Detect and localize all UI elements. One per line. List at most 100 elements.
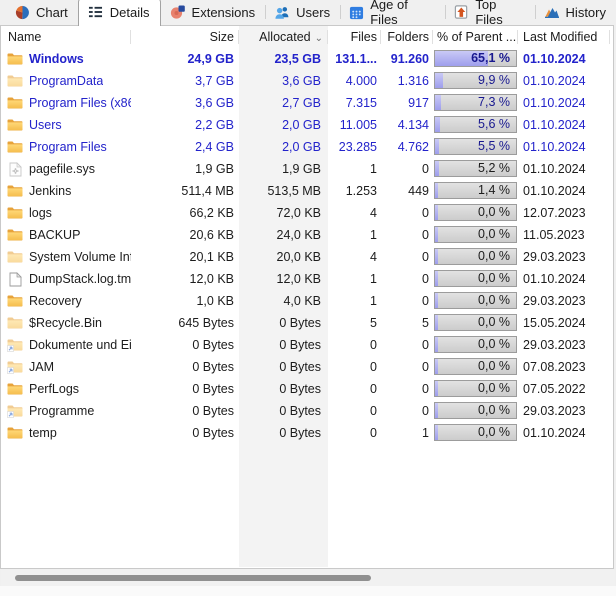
percent-cell: 0,0 % xyxy=(433,268,518,290)
last-modified-cell: 01.10.2024 xyxy=(518,422,610,444)
folder-icon xyxy=(7,227,23,243)
folders-cell: 1.316 xyxy=(381,70,433,92)
column-header-of-parent[interactable]: % of Parent ... xyxy=(433,26,518,48)
last-modified-cell: 07.08.2023 xyxy=(518,356,610,378)
table-row-temp[interactable]: temp0 Bytes0 Bytes010,0 %01.10.2024 xyxy=(1,422,613,444)
tab-separator xyxy=(445,5,446,19)
name-cell: Jenkins xyxy=(1,180,131,202)
name-cell: PerfLogs xyxy=(1,378,131,400)
last-modified-cell: 29.03.2023 xyxy=(518,400,610,422)
folder-link-icon xyxy=(7,337,23,353)
item-name: Users xyxy=(29,114,62,136)
percent-bar-fill xyxy=(435,403,438,418)
column-header-last-modified[interactable]: Last Modified xyxy=(518,26,610,48)
name-cell: logs xyxy=(1,202,131,224)
table-row-perflogs[interactable]: PerfLogs0 Bytes0 Bytes000,0 %07.05.2022 xyxy=(1,378,613,400)
item-name: logs xyxy=(29,202,52,224)
files-cell: 4.000 xyxy=(328,70,381,92)
allocated-cell: 1,9 GB xyxy=(239,158,328,180)
folder-icon xyxy=(7,95,23,111)
percent-bar-fill xyxy=(435,293,438,308)
last-modified-cell: 29.03.2023 xyxy=(518,290,610,312)
allocated-cell: 3,6 GB xyxy=(239,70,328,92)
table-row-program-files-x86[interactable]: Program Files (x86)3,6 GB2,7 GB7.3159177… xyxy=(1,92,613,114)
percent-cell: 0,0 % xyxy=(433,400,518,422)
table-row-recovery[interactable]: Recovery1,0 KB4,0 KB100,0 %29.03.2023 xyxy=(1,290,613,312)
name-cell: BACKUP xyxy=(1,224,131,246)
last-modified-cell: 01.10.2024 xyxy=(518,268,610,290)
table-row-system-volume-infor[interactable]: System Volume Infor...20,1 KB20,0 KB400,… xyxy=(1,246,613,268)
percent-cell: 0,0 % xyxy=(433,202,518,224)
percent-value: 65,1 % xyxy=(471,51,510,66)
percent-cell: 0,0 % xyxy=(433,422,518,444)
table-row-logs[interactable]: logs66,2 KB72,0 KB400,0 %12.07.2023 xyxy=(1,202,613,224)
tab-age-of-files[interactable]: Age of Files xyxy=(340,0,445,25)
tab-extensions[interactable]: Extensions xyxy=(161,0,266,25)
size-cell: 645 Bytes xyxy=(131,312,239,334)
last-modified-cell: 01.10.2024 xyxy=(518,70,610,92)
item-name: JAM xyxy=(29,356,54,378)
files-cell: 0 xyxy=(328,378,381,400)
allocated-cell: 0 Bytes xyxy=(239,378,328,400)
folder-icon xyxy=(7,117,23,133)
item-name: PerfLogs xyxy=(29,378,79,400)
percent-cell: 0,0 % xyxy=(433,246,518,268)
item-name: System Volume Infor... xyxy=(29,246,131,268)
column-header-size[interactable]: Size xyxy=(131,26,239,48)
scrollbar-thumb[interactable] xyxy=(15,575,371,581)
table-row-backup[interactable]: BACKUP20,6 KB24,0 KB100,0 %11.05.2023 xyxy=(1,224,613,246)
tab-label: Extensions xyxy=(192,5,256,20)
files-cell: 1 xyxy=(328,268,381,290)
last-modified-cell: 12.07.2023 xyxy=(518,202,610,224)
last-modified-cell: 01.10.2024 xyxy=(518,136,610,158)
sort-chevron-icon[interactable]: ⌄ xyxy=(315,33,323,44)
percent-bar: 0,0 % xyxy=(434,226,517,243)
last-modified-cell: 01.10.2024 xyxy=(518,92,610,114)
tab-users[interactable]: Users xyxy=(265,0,340,25)
tab-label: Details xyxy=(110,5,150,20)
view-tab-bar: Chart Details Extensions Users Age of Files T… xyxy=(0,0,616,25)
table-row-pagefile-sys[interactable]: pagefile.sys1,9 GB1,9 GB105,2 %01.10.202… xyxy=(1,158,613,180)
name-cell: Recovery xyxy=(1,290,131,312)
table-row-programdata[interactable]: ProgramData3,7 GB3,6 GB4.0001.3169,9 %01… xyxy=(1,70,613,92)
horizontal-scrollbar[interactable] xyxy=(1,570,615,586)
column-header-folders[interactable]: Folders xyxy=(381,26,433,48)
table-row-windows[interactable]: Windows24,9 GB23,5 GB131.1...91.26065,1 … xyxy=(1,48,613,70)
percent-bar-fill xyxy=(435,205,438,220)
column-header-name[interactable]: Name xyxy=(1,26,131,48)
name-cell: JAM xyxy=(1,356,131,378)
percent-value: 0,0 % xyxy=(478,227,510,242)
percent-bar-fill xyxy=(435,381,438,396)
tab-label: Age of Files xyxy=(370,0,435,27)
size-cell: 20,1 KB xyxy=(131,246,239,268)
tab-details[interactable]: Details xyxy=(78,0,161,26)
tab-chart[interactable]: Chart xyxy=(5,0,78,25)
percent-bar: 0,0 % xyxy=(434,380,517,397)
percent-bar: 0,0 % xyxy=(434,204,517,221)
folder-icon xyxy=(7,139,23,155)
percent-bar: 65,1 % xyxy=(434,50,517,67)
table-row-program-files[interactable]: Program Files2,4 GB2,0 GB23.2854.7625,5 … xyxy=(1,136,613,158)
table-row-programme[interactable]: Programme0 Bytes0 Bytes000,0 %29.03.2023 xyxy=(1,400,613,422)
table-row-recycle-bin[interactable]: $Recycle.Bin645 Bytes0 Bytes550,0 %15.05… xyxy=(1,312,613,334)
table-row-dokumente-und-eins[interactable]: Dokumente und Eins...0 Bytes0 Bytes000,0… xyxy=(1,334,613,356)
table-row-dumpstack-log-tmp[interactable]: DumpStack.log.tmp12,0 KB12,0 KB100,0 %01… xyxy=(1,268,613,290)
folder-icon xyxy=(7,381,23,397)
column-header-files[interactable]: Files xyxy=(328,26,381,48)
percent-value: 5,6 % xyxy=(478,117,510,132)
percent-bar: 5,5 % xyxy=(434,138,517,155)
percent-bar-fill xyxy=(435,161,439,176)
item-name: pagefile.sys xyxy=(29,158,95,180)
table-row-users[interactable]: Users2,2 GB2,0 GB11.0054.1345,6 %01.10.2… xyxy=(1,114,613,136)
tab-top-files[interactable]: Top Files xyxy=(445,0,534,25)
column-header-allocated[interactable]: Allocated⌄ xyxy=(239,26,328,48)
percent-cell: 65,1 % xyxy=(433,48,518,70)
table-row-jam[interactable]: JAM0 Bytes0 Bytes000,0 %07.08.2023 xyxy=(1,356,613,378)
files-cell: 1 xyxy=(328,224,381,246)
column-header-label: Size xyxy=(210,30,234,44)
allocated-cell: 0 Bytes xyxy=(239,334,328,356)
extensions-icon xyxy=(170,4,186,20)
last-modified-cell: 07.05.2022 xyxy=(518,378,610,400)
tab-history[interactable]: History xyxy=(535,0,616,25)
table-row-jenkins[interactable]: Jenkins511,4 MB513,5 MB1.2534491,4 %01.1… xyxy=(1,180,613,202)
